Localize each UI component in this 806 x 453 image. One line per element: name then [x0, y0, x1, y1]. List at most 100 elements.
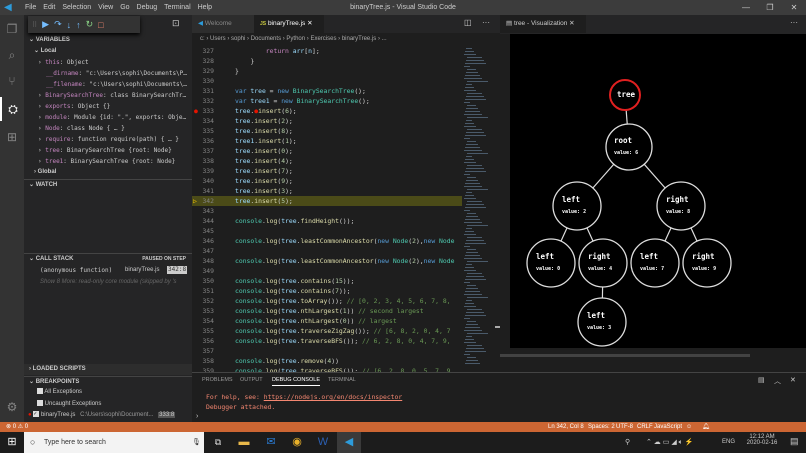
code-line[interactable]: 331var tree = new BinarySearchTree();	[192, 86, 462, 96]
language-mode[interactable]: JavaScript	[654, 422, 682, 432]
breadcrumb-item[interactable]: Documents	[251, 36, 281, 42]
menu-selection[interactable]: Selection	[62, 4, 91, 11]
horizontal-scrollbar[interactable]	[500, 354, 750, 357]
code-line[interactable]: 332var tree1 = new BinarySearchTree();	[192, 96, 462, 106]
source-control-icon[interactable]: ⑂	[0, 69, 24, 93]
more-actions-icon[interactable]: ···	[790, 18, 798, 27]
continue-icon[interactable]: ▶	[42, 19, 49, 30]
extensions-icon[interactable]: ⊞	[0, 125, 24, 149]
code-line[interactable]: 338tree.insert(4);	[192, 156, 462, 166]
variables-header[interactable]: ⌄ VARIABLES	[24, 35, 192, 46]
close-tab-icon[interactable]: ✕	[569, 20, 574, 27]
notifications-icon[interactable]: 🔔︎	[702, 422, 710, 432]
local-scope[interactable]: ⌄ Local	[34, 46, 200, 57]
cursor-position[interactable]: Ln 342, Col 8	[548, 422, 584, 432]
code-line[interactable]: 350console.log(tree.contains(15));	[192, 276, 462, 286]
variable-filename[interactable]: __filename: "c:\Users\sophi\Documents\…	[46, 79, 212, 90]
step-into-icon[interactable]: ↓	[67, 20, 72, 30]
menu-view[interactable]: View	[98, 4, 113, 11]
breadcrumb-item[interactable]: Exercises	[310, 36, 336, 42]
outlook-icon[interactable]: ✉	[259, 432, 283, 453]
code-line[interactable]: 329}	[192, 66, 462, 76]
variable-require[interactable]: › require: function require(path) { … }	[38, 134, 204, 145]
code-line[interactable]: 335tree.insert(8);	[192, 126, 462, 136]
menu-file[interactable]: File	[25, 4, 36, 11]
indentation[interactable]: Spaces: 2	[588, 422, 615, 432]
language-indicator[interactable]: ENG	[722, 439, 735, 445]
code-line[interactable]: 327 return arr[n];	[192, 46, 462, 56]
code-line[interactable]: 339tree.insert(7);	[192, 166, 462, 176]
minimize-button[interactable]: —	[734, 0, 758, 15]
code-editor[interactable]: 327 return arr[n];328 }329}330331var tre…	[192, 46, 462, 372]
tray-icons[interactable]: ⌃ ☁ ▭ ◢ 🔈︎ ⚡	[646, 438, 694, 447]
maximize-panel-icon[interactable]: ︿	[774, 376, 781, 386]
settings-gear-icon[interactable]: ⚙	[0, 395, 24, 419]
line-ending[interactable]: CRLF	[637, 422, 653, 432]
word-icon[interactable]: W	[311, 432, 335, 453]
variable-dirname[interactable]: __dirname: "c:\Users\sophi\Documents\P…	[46, 68, 212, 79]
callstack-header[interactable]: ⌄ CALL STACK PAUSED ON STEP	[24, 253, 192, 264]
code-line[interactable]: 352console.log(tree.toArray()); // [0, 2…	[192, 296, 462, 306]
variable-module[interactable]: › module: Module {id: ".", exports: Obje…	[38, 112, 204, 123]
taskbar-search[interactable]: ○ Type here to search 🎙︎	[24, 432, 204, 453]
variable-tree[interactable]: › tree: BinarySearchTree {root: Node}	[38, 145, 204, 156]
menu-edit[interactable]: Edit	[43, 4, 55, 11]
tab-debug-console[interactable]: DEBUG CONSOLE	[272, 377, 320, 386]
drag-handle-icon[interactable]: ⠿	[32, 21, 37, 29]
encoding[interactable]: UTF-8	[616, 422, 633, 432]
task-view-icon[interactable]: ⧉	[206, 432, 230, 453]
file-explorer-icon[interactable]: ▬	[232, 432, 256, 453]
breakpoint-icon[interactable]: ●	[194, 106, 198, 116]
code-line[interactable]: 341tree.insert(3);	[192, 186, 462, 196]
callstack-frame[interactable]: (anonymous function) binaryTree.js 342:8	[40, 265, 190, 276]
global-scope[interactable]: › Global	[34, 167, 200, 178]
checkbox[interactable]	[37, 400, 43, 406]
tab-output[interactable]: OUTPUT	[240, 377, 263, 383]
variable-this[interactable]: › this: Object	[38, 57, 204, 68]
code-line[interactable]: 346console.log(tree.leastCommonAncestor(…	[192, 236, 462, 246]
restart-icon[interactable]: ↻	[86, 19, 94, 30]
variable-tree1[interactable]: › tree1: BinarySearchTree {root: Node}	[38, 156, 204, 167]
chrome-icon[interactable]: ◉	[285, 432, 309, 453]
code-line[interactable]: 351console.log(tree.contains(7));	[192, 286, 462, 296]
breadcrumb-item[interactable]: c:	[200, 36, 205, 42]
debug-icon[interactable]: ⛭	[0, 97, 24, 121]
variable-exports[interactable]: › exports: Object {}	[38, 101, 204, 112]
explorer-icon[interactable]: ❐	[0, 17, 24, 41]
menu-debug[interactable]: Debug	[137, 4, 158, 11]
problems-status[interactable]: ⊗ 0 ⚠ 0	[6, 422, 28, 432]
code-line[interactable]: 330	[192, 76, 462, 86]
vscode-taskbar-icon[interactable]: ◀	[337, 432, 361, 453]
checkbox[interactable]	[37, 388, 43, 394]
microphone-icon[interactable]: 🎙︎	[192, 432, 201, 453]
breakpoint-uncaught-exceptions[interactable]: Uncaught Exceptions	[37, 399, 203, 410]
code-line[interactable]: 356console.log(tree.traverseBFS()); // 6…	[192, 336, 462, 346]
inspector-link[interactable]: https://nodejs.org/en/docs/inspector	[264, 393, 403, 401]
step-out-icon[interactable]: ↑	[76, 20, 81, 30]
code-line[interactable]: 358console.log(tree.remove(4))	[192, 356, 462, 366]
breadcrumb-item[interactable]: binaryTree.js	[342, 36, 376, 42]
code-line[interactable]: 336tree1.insert(1);	[192, 136, 462, 146]
code-line[interactable]: 353console.log(tree.nthLargest(1)) // se…	[192, 306, 462, 316]
variable-Node[interactable]: › Node: class Node { … }	[38, 123, 204, 134]
action-center-icon[interactable]: ▤	[790, 436, 799, 447]
clock[interactable]: 12:12 AM2020-02-16	[745, 434, 779, 446]
code-line[interactable]: ▷342tree.insert(5);	[192, 196, 462, 206]
code-line[interactable]: 357	[192, 346, 462, 356]
menu-go[interactable]: Go	[120, 4, 129, 11]
breakpoint-all-exceptions[interactable]: All Exceptions	[37, 387, 203, 398]
code-line[interactable]: 349	[192, 266, 462, 276]
code-line[interactable]: ●333tree.●insert(6);	[192, 106, 462, 116]
split-editor-icon[interactable]: ◫	[464, 18, 472, 27]
tab-terminal[interactable]: TERMINAL	[328, 377, 356, 383]
watch-header[interactable]: ⌄ WATCH	[24, 179, 192, 190]
code-line[interactable]: 348console.log(tree.leastCommonAncestor(…	[192, 256, 462, 266]
code-line[interactable]: 354console.log(tree.nthLargest(0)) // la…	[192, 316, 462, 326]
code-line[interactable]: 355console.log(tree.traverseZigZag()); /…	[192, 326, 462, 336]
breadcrumb-item[interactable]: sophi	[231, 36, 245, 42]
close-tab-icon[interactable]: ✕	[307, 20, 312, 27]
menu-terminal[interactable]: Terminal	[164, 4, 190, 11]
tab-binarytree[interactable]: JS binaryTree.js ✕	[254, 15, 324, 33]
code-line[interactable]: 328 }	[192, 56, 462, 66]
close-window-button[interactable]: ✕	[782, 0, 806, 15]
